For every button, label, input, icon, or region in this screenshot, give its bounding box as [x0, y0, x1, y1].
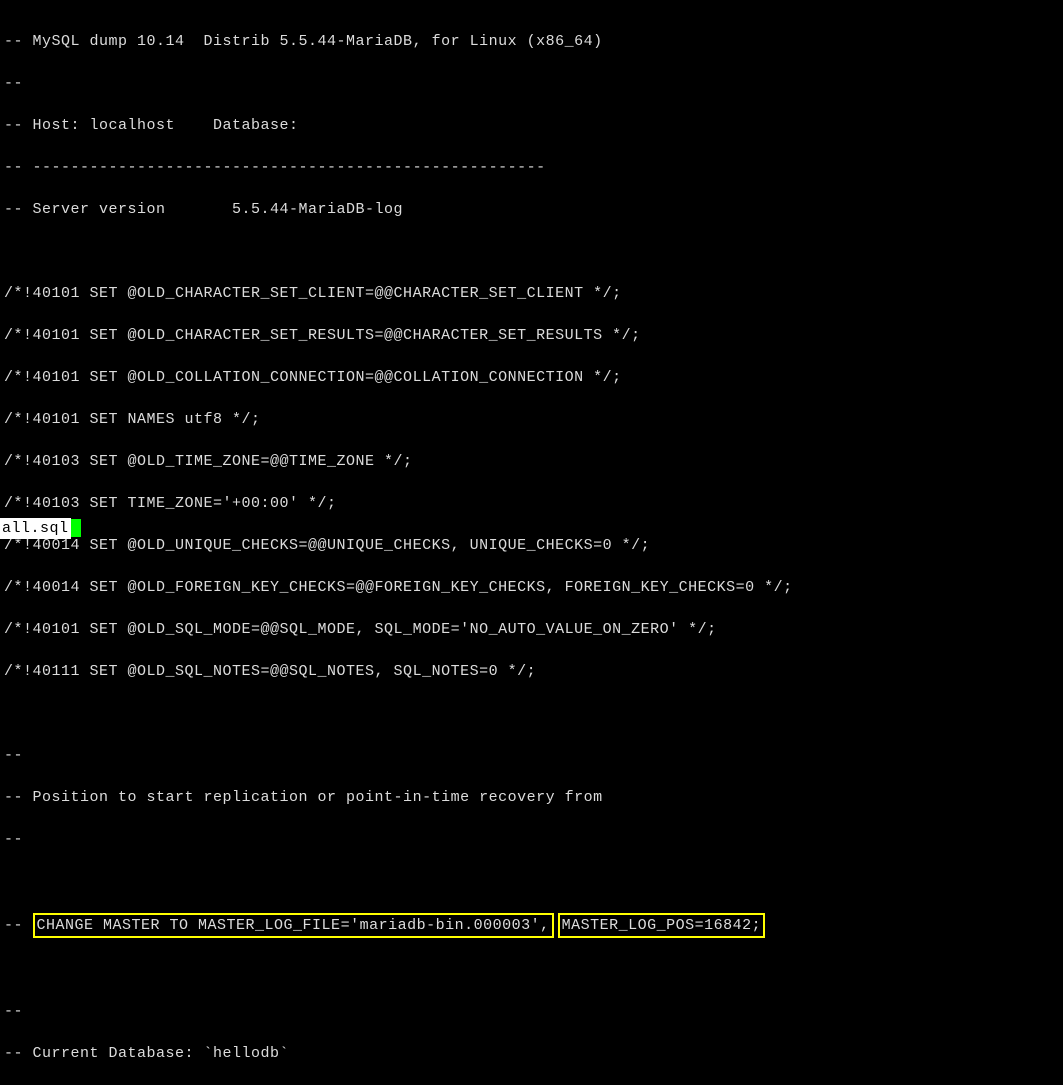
- change-master-prefix: --: [4, 917, 33, 934]
- set-sql-mode: /*!40101 SET @OLD_SQL_MODE=@@SQL_MODE, S…: [4, 619, 1059, 640]
- terminal-output: -- MySQL dump 10.14 Distrib 5.5.44-Maria…: [4, 10, 1059, 1085]
- set-foreign-key-checks: /*!40014 SET @OLD_FOREIGN_KEY_CHECKS=@@F…: [4, 577, 1059, 598]
- separator-line: -- -------------------------------------…: [4, 157, 1059, 178]
- set-sql-notes: /*!40111 SET @OLD_SQL_NOTES=@@SQL_NOTES,…: [4, 661, 1059, 682]
- position-comment: -- Position to start replication or poin…: [4, 787, 1059, 808]
- set-unique-checks: /*!40014 SET @OLD_UNIQUE_CHECKS=@@UNIQUE…: [4, 535, 1059, 556]
- comment-dash: --: [4, 829, 1059, 850]
- filename-status: all.sql: [0, 518, 71, 539]
- host-line: -- Host: localhost Database:: [4, 115, 1059, 136]
- set-names-utf8: /*!40101 SET NAMES utf8 */;: [4, 409, 1059, 430]
- empty-line: [4, 959, 1059, 980]
- set-collation-connection: /*!40101 SET @OLD_COLLATION_CONNECTION=@…: [4, 367, 1059, 388]
- empty-line: [4, 241, 1059, 262]
- set-old-timezone: /*!40103 SET @OLD_TIME_ZONE=@@TIME_ZONE …: [4, 451, 1059, 472]
- change-master-line: -- CHANGE MASTER TO MASTER_LOG_FILE='mar…: [4, 913, 1059, 938]
- comment-dash: --: [4, 1001, 1059, 1022]
- status-bar-row: all.sql: [0, 518, 81, 539]
- set-charset-client: /*!40101 SET @OLD_CHARACTER_SET_CLIENT=@…: [4, 283, 1059, 304]
- empty-line: [4, 871, 1059, 892]
- cursor-icon: [71, 519, 81, 537]
- change-master-logpos-highlight: MASTER_LOG_POS=16842;: [558, 913, 766, 938]
- set-charset-results: /*!40101 SET @OLD_CHARACTER_SET_RESULTS=…: [4, 325, 1059, 346]
- server-version-line: -- Server version 5.5.44-MariaDB-log: [4, 199, 1059, 220]
- current-database-line: -- Current Database: `hellodb`: [4, 1043, 1059, 1064]
- comment-dash: --: [4, 745, 1059, 766]
- change-master-logfile-highlight: CHANGE MASTER TO MASTER_LOG_FILE='mariad…: [33, 913, 554, 938]
- dump-header-line: -- MySQL dump 10.14 Distrib 5.5.44-Maria…: [4, 31, 1059, 52]
- empty-line: [4, 703, 1059, 724]
- comment-dash: --: [4, 73, 1059, 94]
- set-timezone: /*!40103 SET TIME_ZONE='+00:00' */;: [4, 493, 1059, 514]
